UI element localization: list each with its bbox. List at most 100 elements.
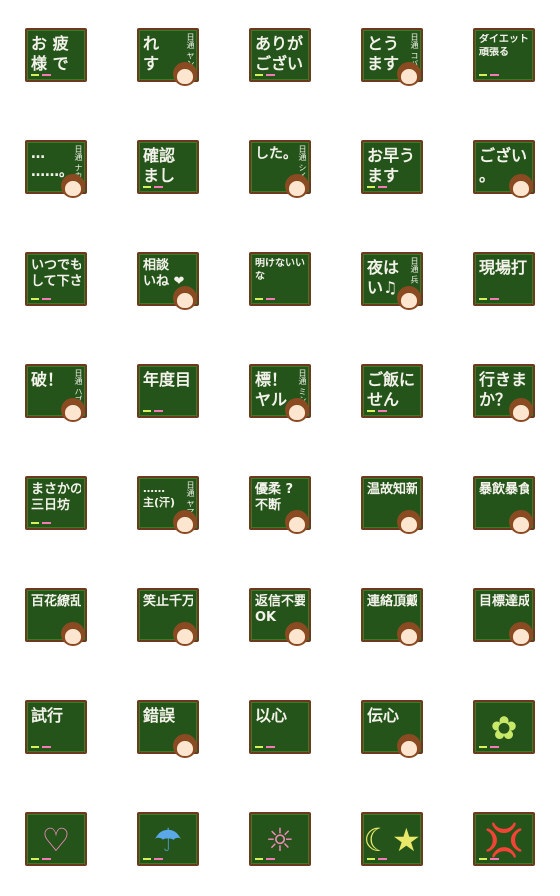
sticker-tile[interactable]: 破！ 日通 ハブ: [25, 364, 87, 422]
sticker-tile[interactable]: 夜は い♫ 日通 兵: [361, 252, 423, 310]
sticker-tile[interactable]: ☾★: [361, 812, 423, 868]
sticker-text-line: 笑止千万: [143, 594, 193, 609]
chalk-icon: [143, 410, 163, 412]
sticker-tile[interactable]: 試行: [25, 700, 87, 756]
sticker-tile[interactable]: 相談 いね ❤: [137, 252, 199, 310]
girl-character-icon: [509, 174, 533, 198]
girl-character-icon: [509, 398, 533, 422]
girl-character-icon: [61, 622, 85, 646]
sticker-tile[interactable]: 目標達成: [473, 588, 535, 646]
chalk-icon: [367, 858, 387, 860]
sticker-text-line: ありが: [255, 34, 304, 53]
chalk-icon: [31, 522, 51, 524]
chalkboard: ありが ござい: [249, 28, 311, 82]
heart-icon: ♡: [41, 821, 71, 859]
sticker-tile[interactable]: 暴飲暴食: [473, 476, 535, 534]
sticker-tile[interactable]: 標！ ヤル 日通 ミシ: [249, 364, 311, 422]
sticker-text: 現場打: [479, 258, 529, 278]
sticker-tile[interactable]: 現場打: [473, 252, 535, 308]
sticker-tile[interactable]: 百花繚乱: [25, 588, 87, 646]
sticker-text-line: 目標達成: [479, 594, 529, 609]
chalkboard: お早う ます: [361, 140, 423, 194]
chalk-icon: [143, 186, 163, 188]
sticker-tile[interactable]: ご飯に せん: [361, 364, 423, 420]
sticker-text: 笑止千万: [143, 594, 193, 610]
sticker-text-line: ござい: [479, 146, 528, 165]
sticker-text: 以心: [255, 706, 305, 726]
chalk-icon: [255, 746, 275, 748]
sticker-text: ダイエット 頑張る: [479, 34, 529, 59]
sticker-text: ありが ござい: [255, 34, 305, 74]
chalk-icon: [479, 74, 499, 76]
sticker-text: 百花繚乱: [31, 594, 81, 610]
sticker-text-line: な: [255, 270, 265, 282]
girl-character-icon: [173, 734, 197, 758]
chalk-icon: [367, 410, 387, 412]
sticker-tile[interactable]: …… 主(汗) 日通 ヤマ: [137, 476, 199, 534]
sticker-tile[interactable]: お早う ます: [361, 140, 423, 196]
sticker-tile[interactable]: ✿: [473, 700, 535, 756]
chalkboard: 現場打: [473, 252, 535, 306]
sticker-tile[interactable]: 優柔 ? 不断: [249, 476, 311, 534]
sticker-tile[interactable]: ………。 日通 ナカ: [25, 140, 87, 198]
girl-character-icon: [285, 398, 309, 422]
sticker-text-line: 明けないい: [255, 258, 305, 269]
sticker-tile[interactable]: 明けないいな: [249, 252, 311, 308]
sticker-tile[interactable]: した。 日通 シイ: [249, 140, 311, 198]
sticker-tile[interactable]: まさかの 三日坊: [25, 476, 87, 532]
sticker-tile[interactable]: 錯誤: [137, 700, 199, 758]
girl-character-icon: [285, 622, 309, 646]
sticker-text-line: 返信不要: [255, 594, 305, 609]
chalk-icon: [367, 186, 387, 188]
sticker-tile[interactable]: ありが ござい: [249, 28, 311, 84]
moon-star-icon: ☾★: [363, 821, 421, 859]
sticker-tile[interactable]: ダイエット 頑張る: [473, 28, 535, 84]
sticker-text: 伝心: [367, 706, 417, 726]
chalkboard: 確認 まし: [137, 140, 199, 194]
sticker-tile[interactable]: いつでも して下さ: [25, 252, 87, 308]
sticker-text-line: 温故知新: [367, 482, 417, 497]
girl-character-icon: [509, 622, 533, 646]
sticker-tile[interactable]: とう ます 日通 コバ: [361, 28, 423, 86]
girl-character-icon: [61, 398, 85, 422]
sticker-text-line: 確認: [143, 146, 176, 165]
girl-character-icon: [397, 622, 421, 646]
sticker-tile[interactable]: 以心: [249, 700, 311, 756]
sticker-tile[interactable]: ♡: [25, 812, 87, 868]
sticker-text-line: 以心: [255, 706, 288, 725]
girl-character-icon: [285, 174, 309, 198]
sticker-tile[interactable]: 返信不要 OK: [249, 588, 311, 646]
sticker-tile[interactable]: 💢: [473, 812, 535, 868]
sticker-text-line: して下さ: [31, 274, 81, 290]
sticker-tile[interactable]: 笑止千万: [137, 588, 199, 646]
chalkboard: 以心: [249, 700, 311, 754]
sticker-text-line: 錯誤: [143, 706, 176, 725]
chalkboard: ♡: [25, 812, 87, 866]
sticker-text: 明けないいな: [255, 258, 305, 283]
sticker-text-line: まさかの: [31, 482, 81, 497]
sticker-tile[interactable]: 温故知新: [361, 476, 423, 534]
sticker-tile[interactable]: 年度目: [137, 364, 199, 420]
sticker-tile[interactable]: 行きま か？: [473, 364, 535, 422]
sticker-tile[interactable]: ☂: [137, 812, 199, 868]
girl-character-icon: [509, 510, 533, 534]
sticker-tile[interactable]: 伝心: [361, 700, 423, 758]
sticker-text-line: いつでも: [31, 258, 81, 273]
sticker-text-line: せん: [367, 390, 400, 409]
chalkboard: ☾★: [361, 812, 423, 866]
sticker-text-line: 様 で: [31, 54, 69, 73]
sticker-tile[interactable]: れす日通 ヤン: [137, 28, 199, 86]
chalk-icon: [479, 858, 499, 860]
sticker-tile[interactable]: ☼: [249, 812, 311, 868]
sticker-tile[interactable]: 連絡頂戴: [361, 588, 423, 646]
chalkboard: お 疲様 で: [25, 28, 87, 82]
sticker-text-line: ます: [367, 166, 400, 185]
sticker-tile[interactable]: 確認 まし: [137, 140, 199, 196]
chalkboard: 試行: [25, 700, 87, 754]
sticker-tile[interactable]: ござい。: [473, 140, 535, 198]
sticker-text-line: 年度目: [143, 370, 192, 389]
sticker-text-line: ご飯に: [367, 370, 416, 389]
sticker-tile[interactable]: お 疲様 で: [25, 28, 87, 84]
chalk-icon: [31, 298, 51, 300]
chalk-icon: [479, 298, 499, 300]
